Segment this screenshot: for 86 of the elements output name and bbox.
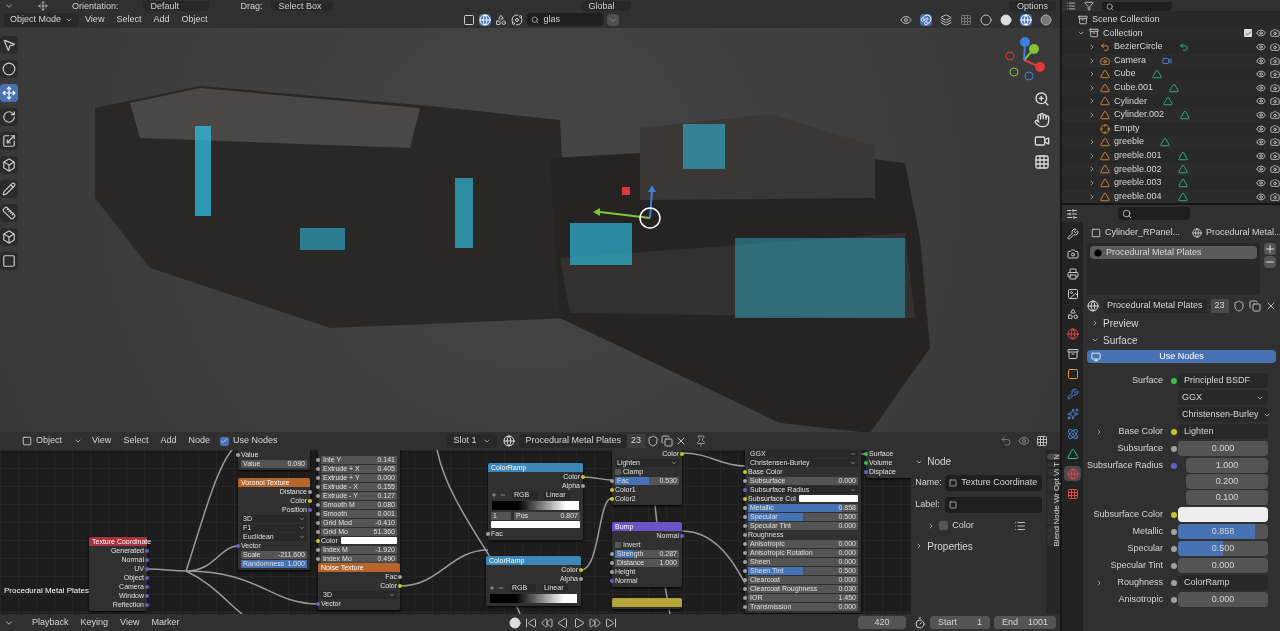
menu-item[interactable]: View [86, 434, 118, 448]
property-label: Subsurface [1117, 441, 1163, 455]
name-field[interactable]: Texture Coordinate [945, 475, 1043, 491]
property-label: Roughness [1117, 575, 1163, 589]
material-name-field[interactable]: Procedural Metal Plates [1103, 298, 1207, 313]
menu-item[interactable]: Add [147, 12, 176, 27]
use-nodes-checkbox[interactable]: Use Nodes [219, 434, 278, 448]
outliner-item[interactable]: BezierCircle [1114, 40, 1163, 54]
menu-item[interactable]: View [114, 615, 146, 630]
sidebar-tab[interactable]: Vi [1046, 468, 1060, 476]
drag-label: Drag: [240, 1, 263, 11]
field-label: Label: [915, 498, 941, 512]
breadcrumb-item: Procedural Metal... [1206, 226, 1280, 240]
outliner-item[interactable]: Cylinder [1114, 94, 1147, 109]
outliner-item[interactable]: Cube [1114, 67, 1136, 81]
drag-dropdown[interactable]: Select Box [270, 1, 333, 11]
dropdown[interactable]: GGX [1178, 390, 1268, 405]
number-field[interactable]: 0.000 [1178, 441, 1268, 456]
panel-header[interactable]: Node [915, 454, 1043, 469]
property-label: Surface [1131, 373, 1163, 387]
menu-item[interactable]: Node [182, 434, 216, 448]
property-label: Subsurface Color [1093, 507, 1163, 521]
options-dropdown[interactable]: Options [1008, 1, 1056, 11]
menu-item[interactable]: Add [154, 434, 183, 448]
menu-item[interactable]: View [79, 12, 111, 27]
sidebar-tab[interactable]: Blend [1046, 525, 1060, 547]
outliner-item[interactable]: Camera [1114, 53, 1146, 68]
outliner-item[interactable]: Collection [1103, 26, 1143, 41]
property-label: Anisotropic [1118, 592, 1163, 606]
slider-field[interactable]: 0.500 [1178, 541, 1268, 556]
editor-type-dropdown[interactable]: Object [18, 434, 86, 448]
panel-header[interactable]: Surface [1087, 333, 1276, 347]
outliner-item[interactable]: greeble.002 [1114, 162, 1162, 177]
menu-item[interactable]: Playback [26, 615, 75, 630]
menu-item[interactable]: Marker [145, 615, 186, 630]
slider-field[interactable]: 0.858 [1178, 524, 1268, 539]
dropdown[interactable]: Christensen-Burley [1178, 407, 1268, 422]
sidebar-tab[interactable]: T [1046, 461, 1060, 467]
sidebar-tab[interactable]: N [1046, 454, 1060, 460]
field-label: Name: [915, 476, 942, 490]
material-label: Procedural Metal Plates [4, 585, 89, 597]
number-field[interactable]: 0.000 [1178, 592, 1268, 607]
material-slot[interactable]: Procedural Metal Plates [1090, 246, 1257, 259]
linked-node-field[interactable]: Lighten [1178, 424, 1268, 439]
start-frame-field[interactable]: Start 1 [930, 615, 990, 630]
menu-item[interactable]: Object [175, 12, 214, 27]
outliner-item[interactable]: Cube.001 [1114, 81, 1154, 95]
menu-item[interactable]: Select [117, 434, 155, 448]
number-field[interactable]: 0.100 [1186, 490, 1268, 505]
linked-node-field[interactable]: Principled BSDF [1178, 373, 1268, 388]
breadcrumb-item: Cylinder_RPanel... [1105, 226, 1181, 240]
property-label: Metallic [1132, 524, 1163, 538]
end-frame-field[interactable]: End 1001 [994, 615, 1056, 630]
user-count[interactable]: 23 [1210, 298, 1229, 313]
current-frame-field[interactable]: 420 [858, 615, 906, 630]
orientation-dropdown[interactable]: Default [142, 1, 209, 11]
slot-dropdown[interactable]: Slot 1 [447, 434, 498, 448]
number-field[interactable]: 0.000 [1178, 558, 1268, 573]
property-label: Base Color [1118, 424, 1163, 438]
sidebar-tab[interactable]: Opt [1046, 477, 1060, 491]
linked-node-field[interactable]: ColorRamp [1178, 575, 1268, 590]
transform-orientation-dropdown[interactable]: Global [580, 1, 631, 11]
outliner-item[interactable]: Empty [1114, 121, 1140, 136]
user-count[interactable]: 23 [627, 434, 645, 448]
outliner-item[interactable]: greeble.003 [1114, 176, 1162, 190]
material-name-field[interactable]: Procedural Metal Plates [519, 434, 627, 448]
menu-item[interactable]: Select [110, 12, 148, 27]
search-field[interactable]: glas [527, 13, 604, 26]
panel-header[interactable]: Preview [1087, 316, 1276, 330]
property-label: Specular Tint [1110, 558, 1163, 572]
panel-header[interactable]: Properties [915, 538, 1043, 554]
mode-dropdown[interactable]: Object Mode [4, 12, 80, 27]
property-label: Subsurface Radius [1086, 458, 1163, 472]
use-nodes-button[interactable]: Use Nodes [1087, 350, 1276, 363]
outliner-item[interactable]: Cylinder.002 [1114, 108, 1165, 122]
number-field[interactable]: 0.200 [1186, 474, 1268, 489]
outliner-item[interactable]: greeble.001 [1114, 149, 1162, 163]
outliner-item[interactable]: Scene Collection [1092, 13, 1160, 27]
property-label: Specular [1127, 541, 1163, 555]
outliner-item[interactable]: greeble [1114, 135, 1145, 149]
menu-item[interactable]: Keying [74, 615, 115, 630]
outliner-item[interactable]: greeble.004 [1114, 189, 1162, 203]
color-checkbox[interactable]: Color [939, 519, 974, 533]
orientation-label: Orientation: [72, 1, 119, 11]
sidebar-tab[interactable]: Node Wr [1046, 492, 1060, 524]
number-field[interactable]: 1.000 [1186, 458, 1268, 473]
